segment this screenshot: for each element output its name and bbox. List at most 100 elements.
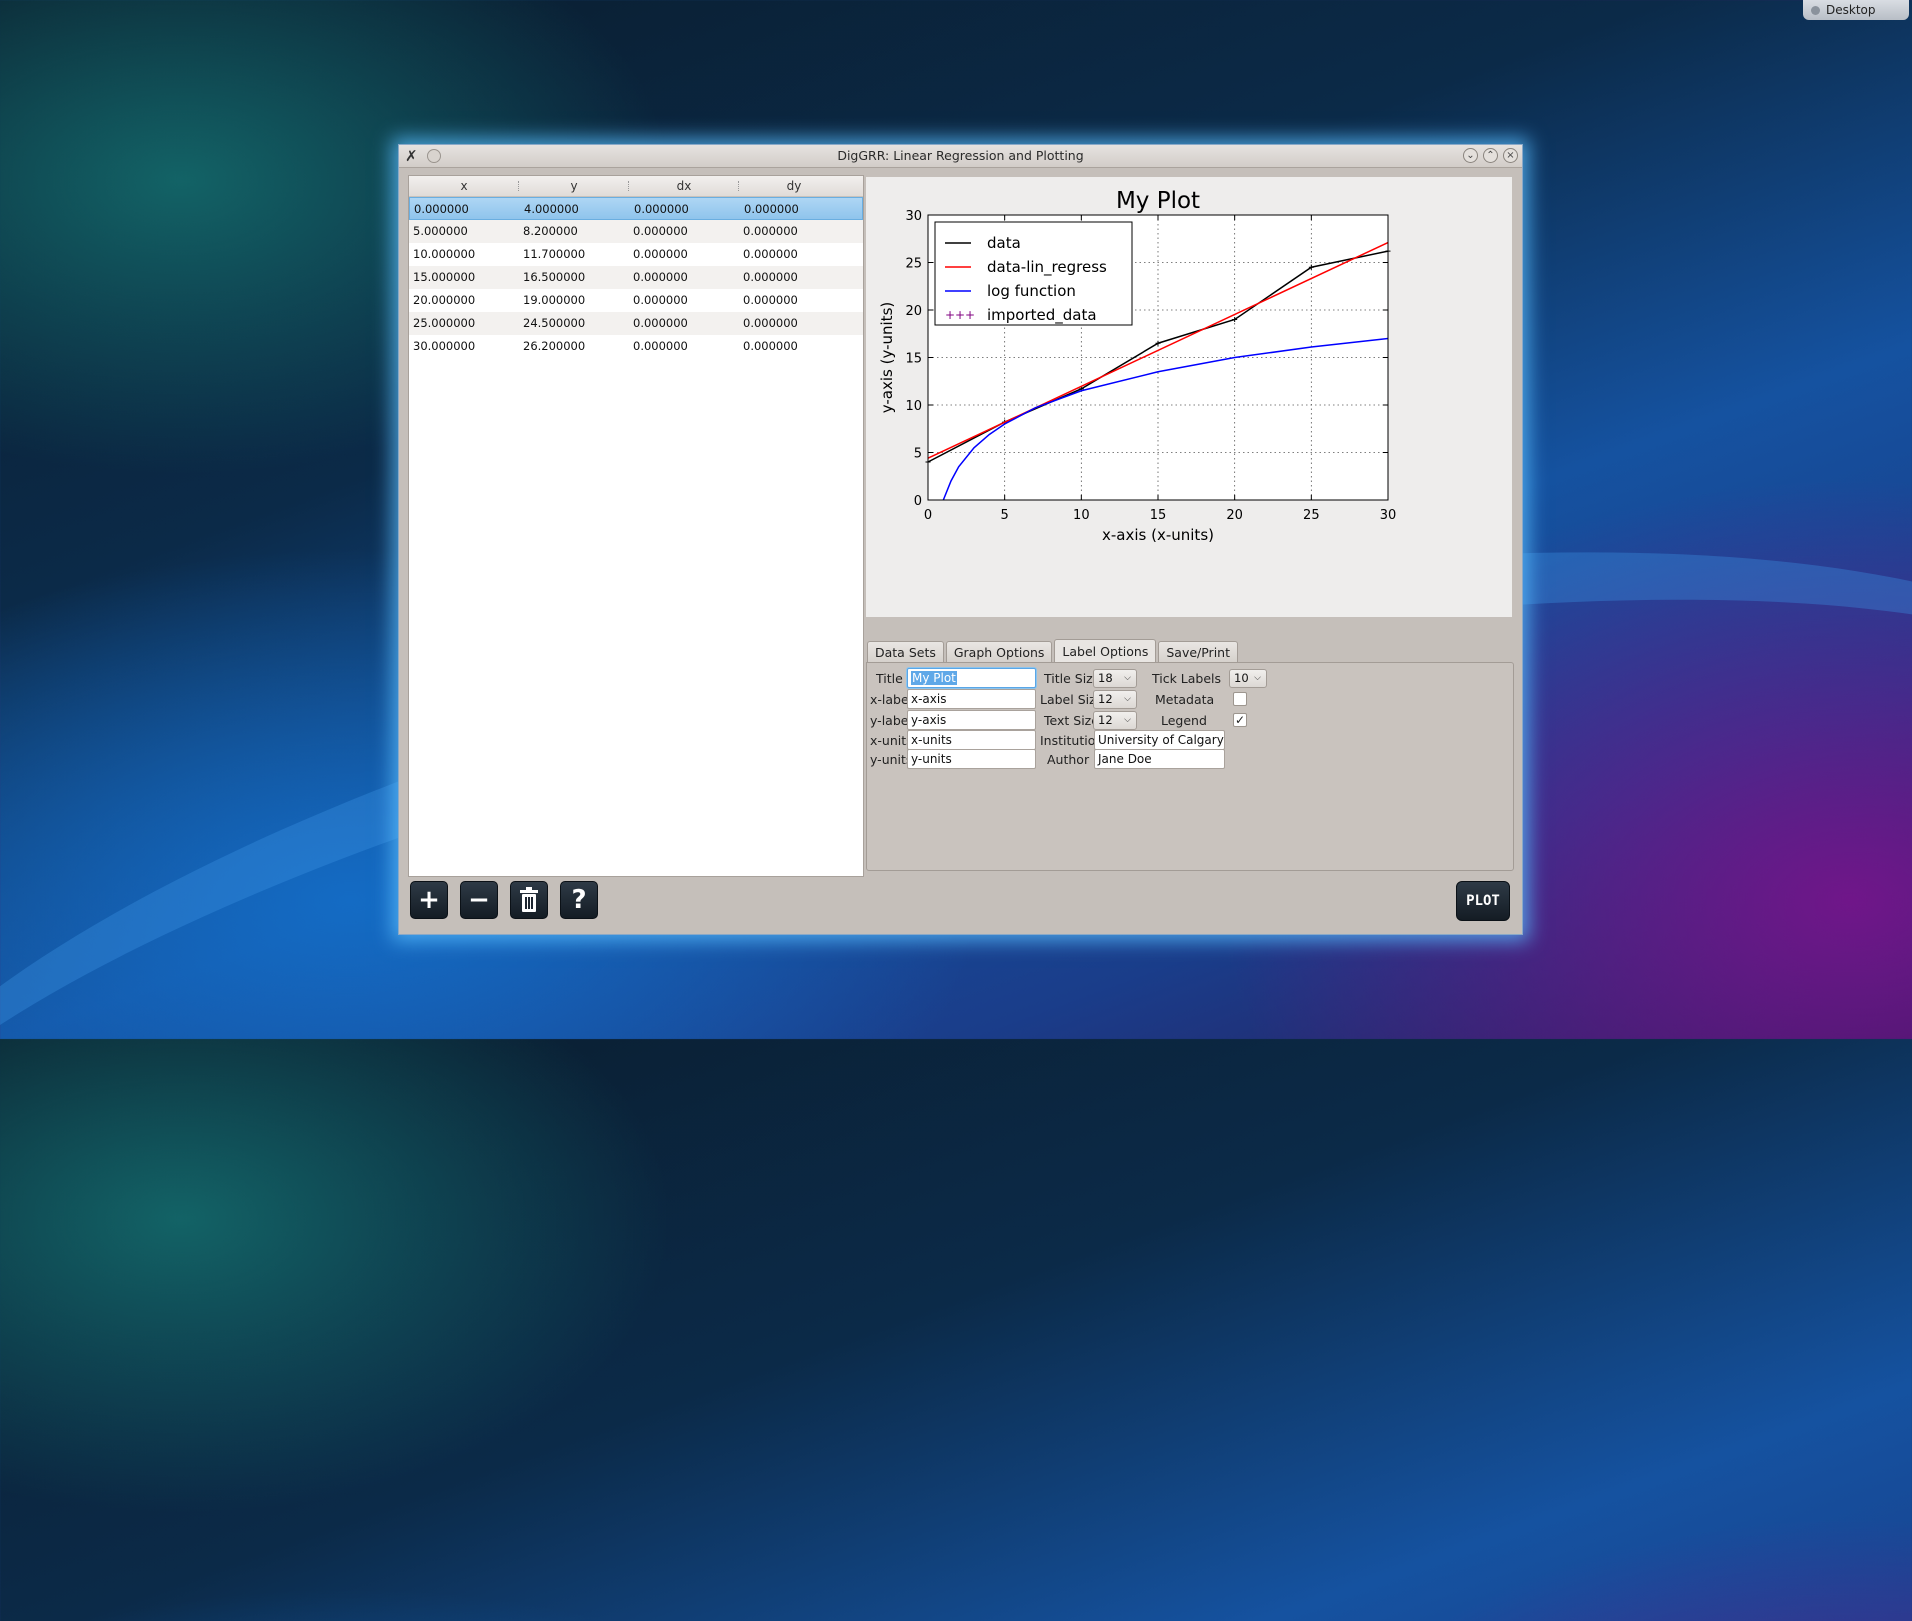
trash-icon [520, 887, 538, 912]
author-input[interactable]: Jane Doe [1094, 749, 1225, 769]
x-tick-label: 10 [1073, 508, 1090, 523]
table-cell[interactable]: 16.500000 [519, 266, 629, 289]
table-row[interactable]: 20.000000 19.000000 0.000000 0.000000 [409, 289, 863, 312]
y-tick-label: 0 [914, 494, 922, 509]
table-cell[interactable]: 15.000000 [409, 266, 519, 289]
table-cell[interactable]: 0.000000 [739, 289, 849, 312]
column-header-dx[interactable]: dx [629, 176, 739, 196]
minus-icon: − [468, 885, 490, 915]
table-cell[interactable]: 8.200000 [519, 220, 629, 243]
author-label: Author [1047, 752, 1090, 767]
legend-entry: data [987, 234, 1021, 252]
table-cell[interactable]: 30.000000 [409, 335, 519, 358]
table-row[interactable]: 25.000000 24.500000 0.000000 0.000000 [409, 312, 863, 335]
text-size-select[interactable]: 12 ⌵ [1093, 711, 1137, 730]
add-row-button[interactable]: + [410, 881, 448, 919]
table-cell[interactable]: 10.000000 [409, 243, 519, 266]
title-input[interactable]: My Plot [907, 668, 1036, 688]
help-button[interactable]: ? [560, 881, 598, 919]
legend-checkbox[interactable]: ✓ [1233, 713, 1247, 727]
table-cell[interactable]: 0.000000 [629, 266, 739, 289]
x-tick-label: 25 [1303, 508, 1320, 523]
y-label-label: y-label [870, 713, 912, 728]
title-bar[interactable]: ✗ DigGRR: Linear Regression and Plotting… [399, 145, 1522, 168]
text-size-label: Text Size [1044, 713, 1099, 728]
table-cell[interactable]: 0.000000 [410, 198, 520, 219]
chevron-down-icon: ⌵ [1124, 715, 1131, 725]
label-size-select[interactable]: 12 ⌵ [1093, 690, 1137, 709]
chevron-down-icon: ⌵ [1124, 694, 1131, 704]
table-cell[interactable]: 0.000000 [739, 335, 849, 358]
legend-entry: log function [987, 282, 1076, 300]
table-row[interactable]: 30.000000 26.200000 0.000000 0.000000 [409, 335, 863, 358]
legend-label: Legend [1161, 713, 1207, 728]
y-tick-label: 10 [905, 399, 922, 414]
x-units-input[interactable]: x-units [907, 730, 1036, 750]
table-cell[interactable]: 5.000000 [409, 220, 519, 243]
table-cell[interactable]: 25.000000 [409, 312, 519, 335]
maximize-icon[interactable]: ⌃ [1483, 148, 1498, 163]
tick-labels-value: 10 [1234, 671, 1249, 685]
column-header-y[interactable]: y [519, 176, 629, 196]
table-cell[interactable]: 4.000000 [520, 198, 630, 219]
x-tick-label: 0 [924, 508, 932, 523]
table-body: 0.000000 4.000000 0.000000 0.000000 5.000000… [409, 197, 863, 358]
x-label-input[interactable]: x-axis [907, 689, 1036, 709]
table-row[interactable]: 5.000000 8.200000 0.000000 0.000000 [409, 220, 863, 243]
minimize-icon[interactable]: ⌄ [1463, 148, 1478, 163]
tab-graph-options[interactable]: Graph Options [945, 641, 1053, 663]
table-cell[interactable]: 0.000000 [629, 289, 739, 312]
table-cell[interactable]: 19.000000 [519, 289, 629, 312]
data-table[interactable]: x y dx dy 0.000000 4.000000 0.000000 0.0000… [408, 175, 864, 877]
tab-data-sets[interactable]: Data Sets [867, 641, 944, 663]
institution-input[interactable]: University of Calgary [1094, 730, 1225, 750]
legend-entry: imported_data [987, 306, 1097, 325]
table-cell[interactable]: 20.000000 [409, 289, 519, 312]
table-cell[interactable]: 0.000000 [629, 220, 739, 243]
table-cell[interactable]: 0.000000 [739, 312, 849, 335]
table-row[interactable]: 10.000000 11.700000 0.000000 0.000000 [409, 243, 863, 266]
table-cell[interactable]: 0.000000 [739, 266, 849, 289]
tab-save-print[interactable]: Save/Print [1158, 641, 1238, 663]
title-size-label: Title Size [1044, 671, 1101, 686]
x-axis-label: x-axis (x-units) [1102, 526, 1214, 544]
chevron-down-icon: ⌵ [1124, 673, 1131, 683]
close-icon[interactable]: × [1503, 148, 1518, 163]
table-cell[interactable]: 0.000000 [629, 243, 739, 266]
table-cell[interactable]: 0.000000 [739, 220, 849, 243]
table-cell[interactable]: 0.000000 [629, 335, 739, 358]
desktop-button[interactable]: Desktop [1803, 0, 1909, 20]
legend-marker: + [955, 308, 965, 322]
table-header: x y dx dy [409, 176, 863, 197]
table-row[interactable]: 15.000000 16.500000 0.000000 0.000000 [409, 266, 863, 289]
tick-labels-select[interactable]: 10 ⌵ [1229, 669, 1267, 688]
column-header-dy[interactable]: dy [739, 176, 849, 196]
remove-row-button[interactable]: − [460, 881, 498, 919]
x-tick-label: 15 [1150, 508, 1167, 523]
table-cell[interactable]: 0.000000 [629, 312, 739, 335]
chart: 0 5 10 15 20 25 30 0 5 10 15 20 25 30 My Plot x-axis (x… [878, 188, 1397, 544]
table-row[interactable]: 0.000000 4.000000 0.000000 0.000000 [409, 197, 863, 220]
app-window: ✗ DigGRR: Linear Regression and Plotting… [398, 144, 1523, 935]
table-cell[interactable]: 0.000000 [630, 198, 740, 219]
metadata-checkbox[interactable] [1233, 692, 1247, 706]
title-label: Title [876, 671, 903, 686]
plot-button[interactable]: PLOT [1456, 881, 1510, 921]
table-cell[interactable]: 26.200000 [519, 335, 629, 358]
x-tick-label: 30 [1380, 508, 1397, 523]
column-header-x[interactable]: x [409, 176, 519, 196]
tab-label-options[interactable]: Label Options [1054, 639, 1157, 663]
title-size-select[interactable]: 18 ⌵ [1093, 669, 1137, 688]
y-tick-label: 20 [905, 304, 922, 319]
table-cell[interactable]: 11.700000 [519, 243, 629, 266]
table-cell[interactable]: 24.500000 [519, 312, 629, 335]
label-options-panel: Title My Plot x-label x-axis y-label y-a… [866, 662, 1514, 871]
y-label-input[interactable]: y-axis [907, 710, 1036, 730]
delete-button[interactable] [510, 881, 548, 919]
table-cell[interactable]: 0.000000 [740, 198, 850, 219]
y-units-input[interactable]: y-units [907, 749, 1036, 769]
legend-entry: data-lin_regress [987, 258, 1107, 277]
y-axis-label: y-axis (y-units) [878, 302, 896, 413]
plus-icon: + [418, 885, 440, 915]
table-cell[interactable]: 0.000000 [739, 243, 849, 266]
